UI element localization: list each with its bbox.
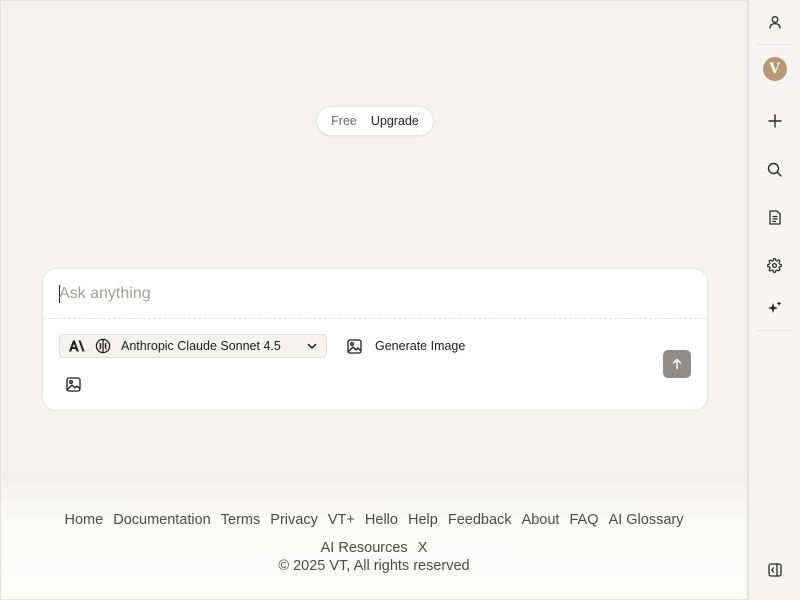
generate-image-button[interactable]: Generate Image bbox=[347, 336, 465, 356]
footer-link-about[interactable]: About bbox=[522, 512, 560, 528]
image-upload-icon bbox=[65, 376, 81, 392]
footer-link-faq[interactable]: FAQ bbox=[570, 512, 599, 528]
chat-input[interactable] bbox=[59, 279, 679, 309]
footer-link-home[interactable]: Home bbox=[65, 512, 104, 528]
footer-link-documentation[interactable]: Documentation bbox=[113, 512, 211, 528]
sparkles-icon bbox=[767, 301, 781, 313]
profile-avatar-button[interactable]: V bbox=[760, 54, 790, 84]
model-name: Anthropic Claude Sonnet 4.5 bbox=[121, 339, 281, 353]
anthropic-logo-icon bbox=[68, 340, 85, 352]
footer-link-feedback[interactable]: Feedback bbox=[448, 512, 512, 528]
new-chat-button[interactable] bbox=[760, 106, 790, 136]
chat-composer: Anthropic Claude Sonnet 4.5 Generate Ima… bbox=[42, 268, 708, 411]
generate-image-label: Generate Image bbox=[375, 339, 466, 353]
arrow-up-icon bbox=[672, 358, 682, 370]
avatar: V bbox=[762, 57, 787, 81]
account-button[interactable] bbox=[760, 7, 790, 37]
collapse-sidebar-button[interactable] bbox=[760, 555, 790, 585]
ai-features-button[interactable] bbox=[760, 293, 790, 323]
search-button[interactable] bbox=[760, 154, 790, 184]
footer-link-privacy[interactable]: Privacy bbox=[270, 512, 318, 528]
footer: Home Documentation Terms Privacy VT+ Hel… bbox=[1, 472, 747, 599]
sidebar-divider bbox=[757, 44, 792, 45]
input-area bbox=[43, 269, 707, 319]
free-plan-label[interactable]: Free bbox=[331, 114, 357, 128]
footer-links: Home Documentation Terms Privacy VT+ Hel… bbox=[1, 506, 747, 562]
footer-link-terms[interactable]: Terms bbox=[221, 512, 260, 528]
sidebar-divider bbox=[757, 330, 792, 331]
settings-button[interactable] bbox=[760, 250, 790, 280]
chevron-down-icon bbox=[306, 340, 318, 352]
model-selector[interactable]: Anthropic Claude Sonnet 4.5 bbox=[59, 334, 327, 358]
image-upload-button[interactable] bbox=[65, 376, 81, 392]
footer-link-x[interactable]: X bbox=[418, 540, 428, 556]
footer-link-hello[interactable]: Hello bbox=[365, 512, 398, 528]
footer-link-ai-glossary[interactable]: AI Glossary bbox=[609, 512, 684, 528]
plan-toggle[interactable]: Free Upgrade bbox=[316, 106, 434, 136]
upgrade-link[interactable]: Upgrade bbox=[371, 114, 419, 128]
right-sidebar: V bbox=[748, 0, 800, 600]
copyright: © 2025 VT, All rights reserved bbox=[278, 558, 470, 574]
document-icon bbox=[768, 209, 781, 225]
send-button[interactable] bbox=[663, 350, 691, 378]
plus-icon bbox=[767, 114, 782, 128]
documents-button[interactable] bbox=[760, 202, 790, 232]
footer-link-help[interactable]: Help bbox=[408, 512, 438, 528]
footer-link-vt-plus[interactable]: VT+ bbox=[328, 512, 355, 528]
footer-link-ai-resources[interactable]: AI Resources bbox=[321, 540, 408, 556]
gear-icon bbox=[767, 257, 782, 273]
image-icon bbox=[347, 338, 362, 354]
search-icon bbox=[767, 162, 782, 177]
reasoning-brain-icon bbox=[95, 338, 111, 354]
user-icon bbox=[768, 16, 781, 29]
sidebar-panel-icon bbox=[767, 563, 782, 577]
